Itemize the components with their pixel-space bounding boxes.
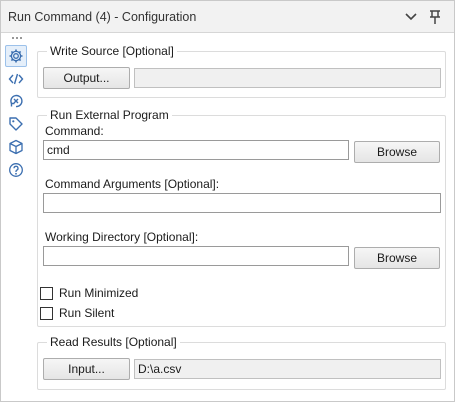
pin-icon[interactable] [426, 8, 444, 26]
working-directory-field[interactable] [43, 246, 349, 266]
configuration-window: Run Command (4) - Configuration Write So… [0, 0, 455, 402]
read-results-field[interactable] [134, 359, 441, 379]
run-silent-label[interactable]: Run Silent [59, 306, 114, 320]
gear-icon[interactable] [5, 45, 27, 67]
configuration-content: Write Source [Optional] Output... Run Ex… [32, 34, 454, 401]
more-dots-icon [12, 37, 22, 39]
command-arguments-label: Command Arguments [Optional]: [45, 177, 220, 191]
title-bar: Run Command (4) - Configuration [1, 1, 454, 33]
window-title: Run Command (4) - Configuration [8, 10, 197, 24]
command-browse-button[interactable]: Browse [354, 141, 440, 163]
run-minimized-label[interactable]: Run Minimized [59, 286, 138, 300]
code-icon[interactable] [5, 68, 27, 90]
tag-icon[interactable] [5, 113, 27, 135]
run-silent-checkbox[interactable] [40, 307, 53, 320]
working-directory-browse-button[interactable]: Browse [354, 247, 440, 269]
run-minimized-checkbox[interactable] [40, 287, 53, 300]
input-button[interactable]: Input... [43, 358, 130, 380]
read-results-legend: Read Results [Optional] [50, 335, 177, 349]
write-source-legend: Write Source [Optional] [50, 44, 174, 58]
side-rail [1, 34, 32, 401]
command-arguments-field[interactable] [43, 193, 441, 213]
command-field[interactable] [43, 140, 349, 160]
output-button[interactable]: Output... [43, 67, 130, 89]
command-label: Command: [45, 124, 104, 138]
working-directory-label: Working Directory [Optional]: [45, 230, 199, 244]
write-source-field[interactable] [134, 68, 441, 88]
cube-icon[interactable] [5, 136, 27, 158]
connection-icon[interactable] [5, 90, 27, 112]
chevron-down-icon[interactable] [402, 8, 420, 26]
run-external-program-legend: Run External Program [50, 108, 169, 122]
help-icon[interactable] [5, 159, 27, 181]
